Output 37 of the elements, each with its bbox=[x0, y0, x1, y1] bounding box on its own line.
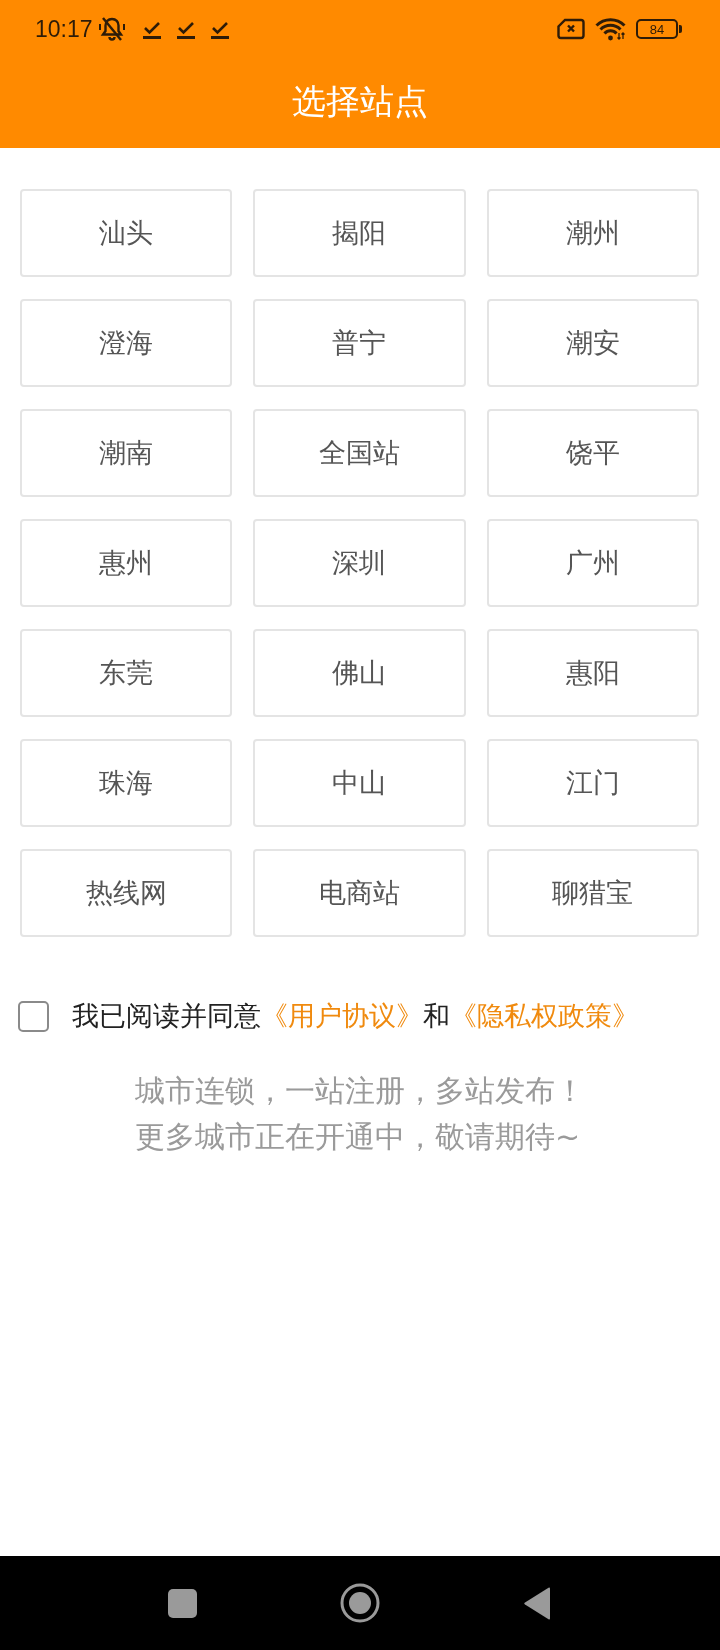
station-button[interactable]: 聊猎宝 bbox=[486, 849, 699, 937]
agreement-text: 我已阅读并同意《用户协议》和《隐私权政策》 bbox=[72, 1000, 639, 1033]
recents-square-icon[interactable] bbox=[167, 1588, 197, 1618]
station-button[interactable]: 潮州 bbox=[486, 189, 699, 277]
station-button[interactable]: 惠阳 bbox=[486, 629, 699, 717]
back-triangle-icon[interactable] bbox=[524, 1586, 552, 1620]
station-button[interactable]: 江门 bbox=[486, 739, 699, 827]
station-button[interactable]: 潮安 bbox=[486, 299, 699, 387]
station-button[interactable]: 惠州 bbox=[20, 519, 233, 607]
station-button[interactable]: 电商站 bbox=[253, 849, 466, 937]
station-button[interactable]: 深圳 bbox=[253, 519, 466, 607]
station-button[interactable]: 普宁 bbox=[253, 299, 466, 387]
station-button[interactable]: 佛山 bbox=[253, 629, 466, 717]
agreement-checkbox[interactable] bbox=[18, 1000, 49, 1032]
station-button[interactable]: 饶平 bbox=[486, 409, 699, 497]
tagline-text: 更多城市正在开通中，敬请期待~ bbox=[135, 1118, 581, 1157]
download-done-icon bbox=[210, 19, 229, 39]
battery-level-text: 84 bbox=[649, 22, 665, 36]
station-button[interactable]: 珠海 bbox=[20, 739, 233, 827]
station-button[interactable]: 揭阳 bbox=[253, 189, 466, 277]
muted-bell-icon bbox=[96, 16, 127, 42]
station-button[interactable]: 中山 bbox=[253, 739, 466, 827]
wifi-icon bbox=[595, 17, 626, 41]
tagline-text: 城市连锁，一站注册，多站发布！ bbox=[135, 1072, 585, 1111]
station-button[interactable]: 广州 bbox=[486, 519, 699, 607]
station-button[interactable]: 东莞 bbox=[20, 629, 233, 717]
status-time: 10:17 bbox=[35, 17, 93, 41]
home-circle-icon[interactable] bbox=[340, 1583, 380, 1623]
download-done-icon bbox=[176, 19, 195, 39]
station-button[interactable]: 汕头 bbox=[20, 189, 233, 277]
sim-card-x-icon bbox=[557, 18, 585, 40]
station-button[interactable]: 澄海 bbox=[20, 299, 233, 387]
station-button[interactable]: 全国站 bbox=[253, 409, 466, 497]
download-done-icon bbox=[142, 19, 161, 39]
page-title: 选择站点 bbox=[292, 80, 428, 122]
station-button[interactable]: 潮南 bbox=[20, 409, 233, 497]
station-button[interactable]: 热线网 bbox=[20, 849, 233, 937]
